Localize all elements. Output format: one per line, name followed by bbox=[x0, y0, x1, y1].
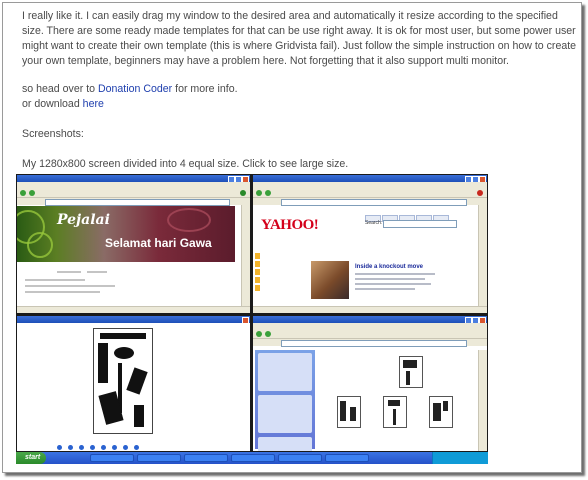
window-titlebar bbox=[17, 316, 250, 324]
banner-subtitle: Selamat hari Gawa bbox=[105, 236, 212, 250]
article-paragraph: I really like it. I can easily drag my w… bbox=[22, 10, 577, 67]
yahoo-sidebar bbox=[255, 253, 305, 305]
status-bar bbox=[17, 306, 250, 313]
sidebar-item[interactable] bbox=[255, 253, 305, 259]
status-bar bbox=[253, 306, 487, 313]
address-bar bbox=[253, 198, 487, 206]
donation-coder-link[interactable]: Donation Coder bbox=[98, 83, 172, 95]
search-label: Search: bbox=[365, 220, 383, 226]
news-photo[interactable] bbox=[311, 261, 349, 299]
file-thumbnail[interactable] bbox=[399, 356, 423, 388]
donation-coder-line: so head over to Donation Coder for more … bbox=[22, 82, 577, 97]
address-bar bbox=[253, 339, 487, 347]
file-thumbnail[interactable] bbox=[337, 396, 361, 428]
post-container: I really like it. I can easily drag my w… bbox=[2, 2, 582, 473]
download-here-link[interactable]: here bbox=[83, 98, 104, 110]
viewer-button-icon[interactable] bbox=[68, 445, 73, 450]
browser-back-icon[interactable] bbox=[256, 190, 262, 196]
tasks-panel[interactable] bbox=[258, 353, 312, 391]
path-field[interactable] bbox=[281, 340, 467, 347]
viewer-button-icon[interactable] bbox=[79, 445, 84, 450]
file-thumbnail[interactable] bbox=[429, 396, 453, 428]
taskbar-window-button[interactable] bbox=[137, 454, 181, 462]
vertical-scrollbar[interactable] bbox=[241, 205, 250, 306]
vertical-scrollbar[interactable] bbox=[478, 350, 487, 451]
screenshot-caption: My 1280x800 screen divided into 4 equal … bbox=[22, 158, 349, 170]
quadrant-pejalai-browser: Pejalai Selamat hari Gawa bbox=[17, 175, 250, 313]
taskbar-window-button[interactable] bbox=[231, 454, 275, 462]
places-panel[interactable] bbox=[258, 395, 312, 433]
screenshots-heading: Screenshots: bbox=[22, 128, 84, 140]
line-prefix: so head over to bbox=[22, 83, 98, 95]
window-titlebar bbox=[253, 175, 487, 183]
go-icon[interactable] bbox=[240, 190, 246, 196]
system-tray bbox=[432, 452, 488, 464]
banner-title: Pejalai bbox=[57, 212, 110, 228]
line-suffix: for more info. bbox=[172, 83, 238, 95]
screenshot-thumbnail[interactable]: Pejalai Selamat hari Gawa YAHOO! Search:… bbox=[16, 174, 488, 464]
quadrant-image-viewer bbox=[17, 316, 250, 451]
browser-toolbar bbox=[17, 188, 250, 198]
window-close-icon[interactable] bbox=[242, 317, 249, 324]
sidebar-item[interactable] bbox=[255, 285, 305, 291]
viewer-button-icon[interactable] bbox=[101, 445, 106, 450]
browser-forward-icon[interactable] bbox=[265, 190, 271, 196]
taskbar-window-button[interactable] bbox=[325, 454, 369, 462]
viewer-button-icon[interactable] bbox=[123, 445, 128, 450]
forward-icon[interactable] bbox=[265, 331, 271, 337]
back-icon[interactable] bbox=[256, 331, 262, 337]
windows-taskbar: start bbox=[16, 452, 488, 464]
viewer-button-icon[interactable] bbox=[57, 445, 62, 450]
article-body: I really like it. I can easily drag my w… bbox=[22, 9, 577, 172]
news-headline[interactable]: Inside a knockout move bbox=[355, 264, 423, 270]
viewer-toolbar bbox=[57, 437, 207, 450]
sidebar-item[interactable] bbox=[255, 261, 305, 267]
vertical-scrollbar[interactable] bbox=[478, 205, 487, 306]
taskbar-window-button[interactable] bbox=[278, 454, 322, 462]
viewer-button-icon[interactable] bbox=[134, 445, 139, 450]
yahoo-search-tabs bbox=[365, 209, 450, 222]
line-prefix: or download bbox=[22, 98, 83, 110]
browser-back-icon[interactable] bbox=[20, 190, 26, 196]
browser-toolbar bbox=[253, 188, 487, 198]
start-button[interactable]: start bbox=[16, 452, 46, 464]
url-field[interactable] bbox=[45, 199, 230, 206]
url-field[interactable] bbox=[281, 199, 467, 206]
quadrant-yahoo-browser: YAHOO! Search: Inside a knockout move bbox=[253, 175, 487, 313]
taskbar-window-button[interactable] bbox=[184, 454, 228, 462]
pejalai-banner: Pejalai Selamat hari Gawa bbox=[17, 206, 235, 262]
window-titlebar bbox=[17, 175, 250, 183]
file-thumbnail[interactable] bbox=[383, 396, 407, 428]
explorer-toolbar bbox=[253, 329, 487, 339]
explorer-tasks-pane bbox=[255, 350, 315, 451]
quadrant-file-explorer bbox=[253, 316, 487, 451]
manga-image bbox=[93, 328, 153, 434]
viewer-button-icon[interactable] bbox=[112, 445, 117, 450]
yahoo-logo[interactable]: YAHOO! bbox=[261, 217, 319, 234]
taskbar-window-button[interactable] bbox=[90, 454, 134, 462]
details-panel[interactable] bbox=[258, 437, 312, 451]
yahoo-search-input[interactable] bbox=[383, 220, 457, 228]
viewer-button-icon[interactable] bbox=[90, 445, 95, 450]
sidebar-item[interactable] bbox=[255, 269, 305, 275]
address-bar bbox=[17, 198, 250, 206]
sidebar-item[interactable] bbox=[255, 277, 305, 283]
download-line: or download here bbox=[22, 97, 577, 112]
window-titlebar bbox=[253, 316, 487, 324]
browser-forward-icon[interactable] bbox=[29, 190, 35, 196]
stop-icon[interactable] bbox=[477, 190, 483, 196]
